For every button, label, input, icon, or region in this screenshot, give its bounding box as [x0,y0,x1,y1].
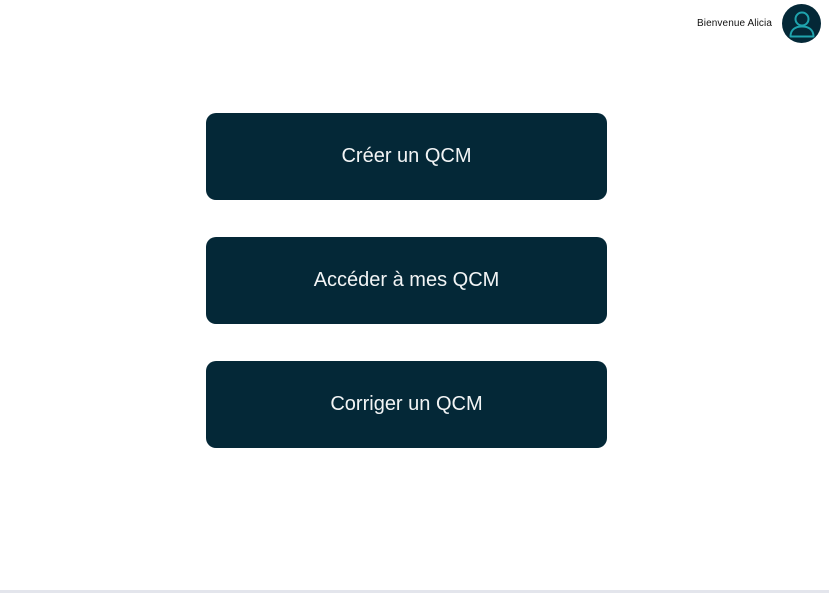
create-qcm-button[interactable]: Créer un QCM [206,113,607,200]
welcome-text: Bienvenue Alicia [697,18,772,29]
my-qcm-button[interactable]: Accéder à mes QCM [206,237,607,324]
main-menu: Créer un QCM Accéder à mes QCM Corriger … [206,113,607,448]
correct-qcm-button[interactable]: Corriger un QCM [206,361,607,448]
top-header: Bienvenue Alicia [697,4,821,43]
user-icon [789,11,814,37]
user-avatar-button[interactable] [782,4,821,43]
